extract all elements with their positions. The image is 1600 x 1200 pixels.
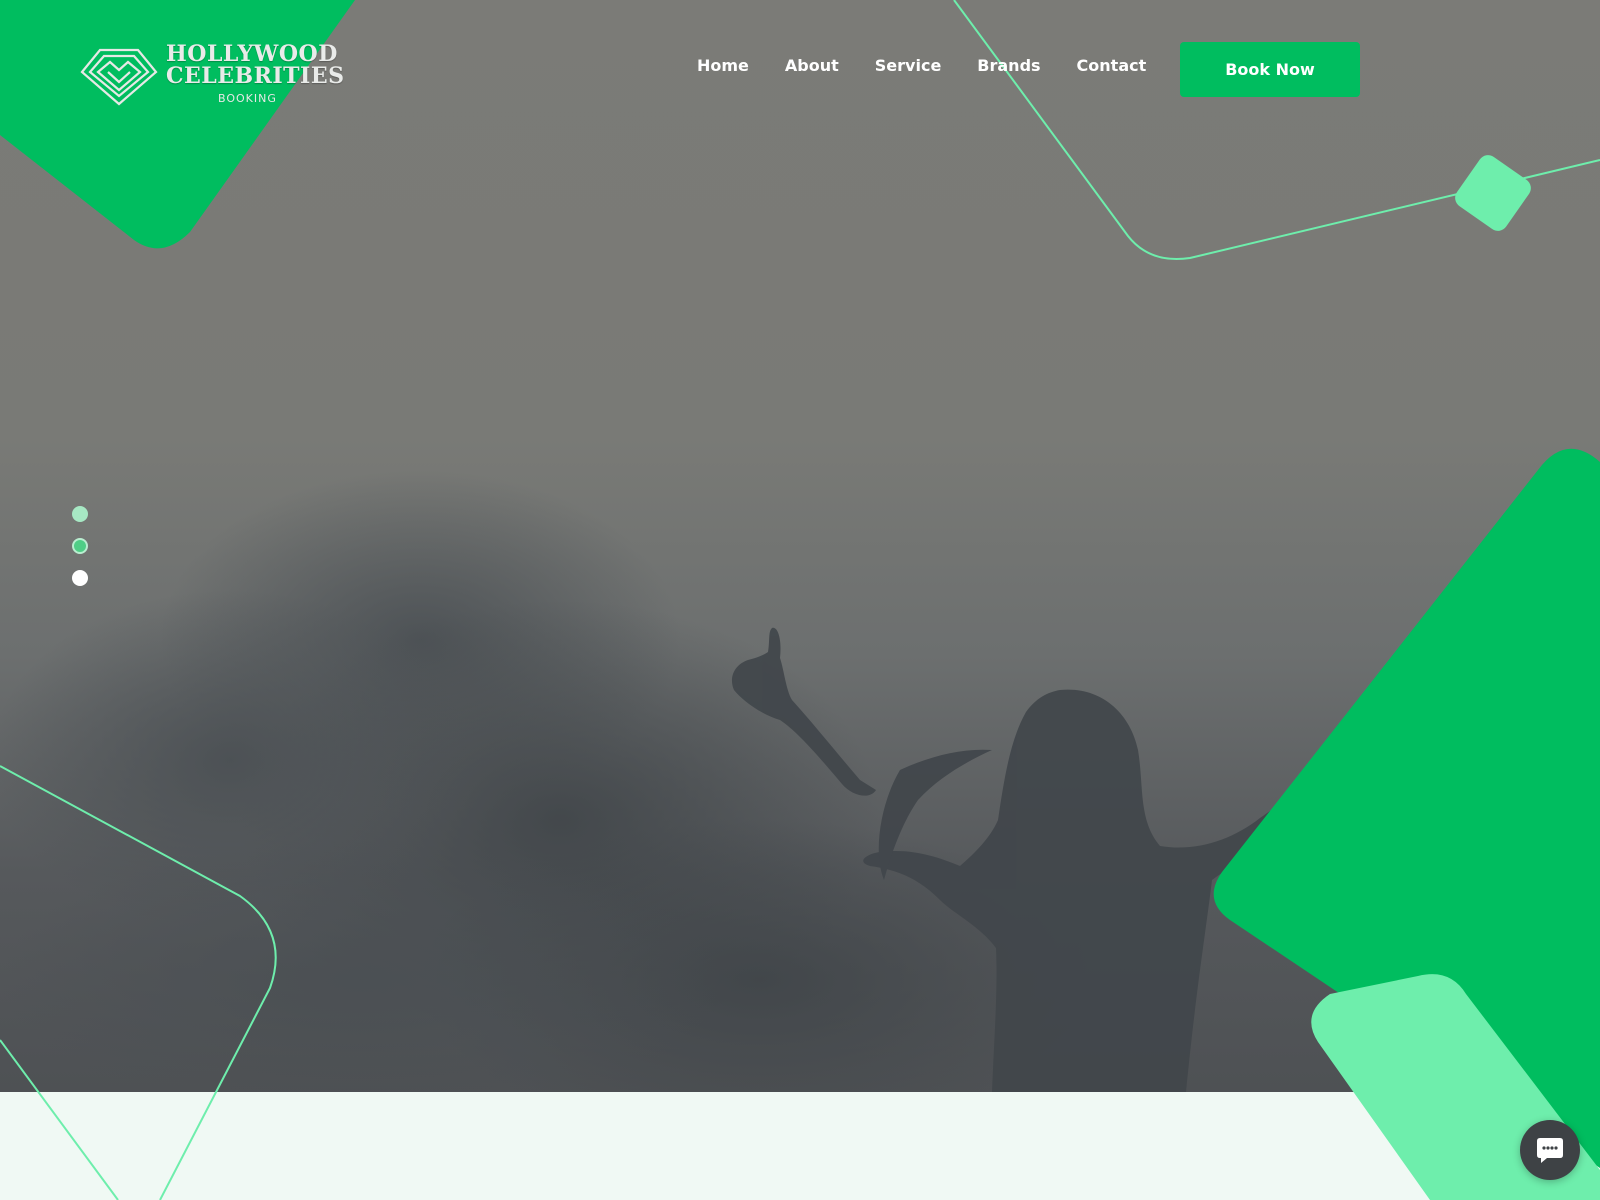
hero-banner <box>0 0 1600 1092</box>
page: HOLLYWOOD CELEBRITIES BOOKING Home About… <box>0 0 1600 1200</box>
main-nav: Home About Service Brands Contact <box>697 56 1182 75</box>
slider-dot-2-active[interactable] <box>72 538 88 554</box>
hero-background-photo <box>0 470 1279 1092</box>
brand-tagline: BOOKING <box>218 92 277 105</box>
nav-item-contact[interactable]: Contact <box>1077 56 1147 75</box>
chat-button[interactable] <box>1520 1120 1580 1180</box>
slider-dot-1[interactable] <box>72 506 88 522</box>
nav-item-brands[interactable]: Brands <box>977 56 1040 75</box>
book-now-button[interactable]: Book Now <box>1180 42 1360 97</box>
brand-logo[interactable]: HOLLYWOOD CELEBRITIES BOOKING <box>80 42 344 108</box>
nav-item-home[interactable]: Home <box>697 56 749 75</box>
slider-dot-3[interactable] <box>72 570 88 586</box>
brand-name-line2: CELEBRITIES <box>166 63 345 89</box>
chat-bubble-icon <box>1537 1138 1563 1163</box>
diamond-heart-logo-icon <box>80 48 158 106</box>
nav-item-about[interactable]: About <box>785 56 839 75</box>
nav-item-service[interactable]: Service <box>875 56 942 75</box>
